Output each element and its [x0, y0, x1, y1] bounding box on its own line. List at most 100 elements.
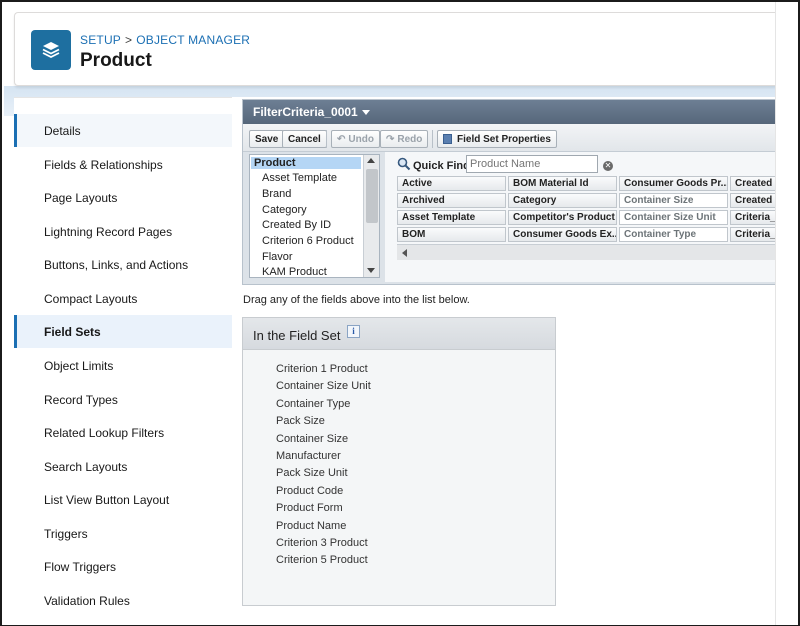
sidebar-item-label: List View Button Layout	[44, 492, 170, 507]
field-set-item[interactable]: Criterion 3 Product	[276, 537, 368, 549]
redo-button[interactable]: ↷ Redo	[380, 130, 429, 148]
editor-toolbar: Save Cancel ↶ Undo ↷ Redo Field Set Proper…	[243, 124, 777, 152]
page-header: SETUP > OBJECT MANAGER Product	[14, 12, 776, 86]
field-set-item[interactable]: Product Name	[276, 520, 346, 532]
field-set-item[interactable]: Criterion 5 Product	[276, 554, 368, 566]
field-palette-item[interactable]: Asset Template	[397, 210, 506, 225]
field-set-list-title: In the Field Set	[253, 328, 341, 343]
save-button[interactable]: Save	[249, 130, 285, 148]
field-set-item[interactable]: Criterion 1 Product	[276, 363, 368, 375]
sidebar-item-label: Object Limits	[44, 358, 114, 373]
redo-label: Redo	[397, 133, 423, 145]
sidebar-item-label: Details	[44, 123, 81, 138]
field-palette-item[interactable]: Consumer Goods Ex...	[508, 227, 617, 242]
scroll-down-icon[interactable]	[367, 268, 375, 273]
sidebar-item-field-sets[interactable]: Field Sets	[14, 315, 232, 348]
field-set-name: FilterCriteria_0001	[253, 105, 358, 119]
field-palette-item[interactable]: BOM Material Id	[508, 176, 617, 191]
info-icon[interactable]: i	[347, 325, 360, 338]
field-set-item[interactable]: Manufacturer	[276, 450, 341, 462]
sidebar-item-page-layouts[interactable]: Page Layouts	[14, 181, 232, 214]
sidebar-item-label: Validation Rules	[44, 593, 130, 608]
field-set-item[interactable]: Container Size	[276, 433, 348, 445]
field-set-item[interactable]: Container Size Unit	[276, 380, 371, 392]
sidebar-item-object-limits[interactable]: Object Limits	[14, 349, 232, 382]
scroll-up-icon[interactable]	[367, 158, 375, 163]
breadcrumb-setup-link[interactable]: SETUP	[80, 33, 121, 47]
chevron-down-icon[interactable]	[361, 110, 370, 116]
quick-find-input[interactable]	[466, 155, 598, 173]
sidebar-item-compact-layouts[interactable]: Compact Layouts	[14, 282, 232, 315]
field-palette-item[interactable]: Created By	[730, 176, 777, 191]
toolbar-divider	[326, 130, 327, 148]
sidebar-item-record-types[interactable]: Record Types	[14, 383, 232, 416]
breadcrumb: SETUP > OBJECT MANAGER	[80, 33, 250, 47]
sidebar-item-label: Search Layouts	[44, 459, 128, 474]
drag-instruction-text: Drag any of the fields above into the li…	[243, 294, 470, 306]
object-list[interactable]: Product Asset Template Brand Category Cr…	[249, 154, 380, 278]
object-list-item[interactable]: Product	[251, 157, 361, 169]
toolbar-divider	[432, 130, 433, 148]
object-list-item[interactable]: Criterion 6 Product	[262, 235, 354, 247]
sidebar-item-label: Related Lookup Filters	[44, 425, 165, 440]
field-palette-item-in-use: Container Type	[619, 227, 728, 242]
field-palette-item[interactable]: Consumer Goods Pr...	[619, 176, 728, 191]
field-palette-item[interactable]: Criteria_Te	[730, 210, 777, 225]
sidebar-item-related-lookup-filters[interactable]: Related Lookup Filters	[14, 416, 232, 449]
field-set-item[interactable]: Container Type	[276, 398, 350, 410]
scrollbar-thumb[interactable]	[366, 169, 378, 223]
sidebar-item-buttons-links-actions[interactable]: Buttons, Links, and Actions	[14, 248, 232, 281]
sidebar-item-label: Fields & Relationships	[44, 157, 163, 172]
breadcrumb-separator: >	[125, 33, 133, 47]
field-palette: Quick Find ✕ Active BOM Material Id Cons…	[385, 152, 777, 282]
object-list-scrollbar[interactable]	[363, 155, 379, 277]
object-list-item[interactable]: Flavor	[262, 251, 293, 263]
field-set-item[interactable]: Product Code	[276, 485, 343, 497]
sidebar-item-validation-rules[interactable]: Validation Rules	[14, 584, 232, 617]
field-set-item[interactable]: Pack Size Unit	[276, 467, 348, 479]
scroll-left-icon[interactable]	[402, 249, 407, 257]
sidebar-item-list-view-button-layout[interactable]: List View Button Layout	[14, 483, 232, 516]
sidebar-item-label: Record Types	[44, 392, 118, 407]
main-content: FilterCriteria_0001 Save Cancel ↶ Undo ↷ R…	[232, 97, 777, 625]
cancel-button[interactable]: Cancel	[282, 130, 327, 148]
sidebar-item-label: Field Sets	[44, 324, 101, 339]
search-icon	[397, 157, 411, 171]
field-set-properties-label: Field Set Properties	[457, 133, 551, 145]
sidebar-item-flow-triggers[interactable]: Flow Triggers	[14, 550, 232, 583]
field-palette-item[interactable]: Active	[397, 176, 506, 191]
field-palette-item-in-use: Container Size	[619, 193, 728, 208]
field-palette-item[interactable]: Created Da	[730, 193, 777, 208]
object-list-item[interactable]: Created By ID	[262, 219, 331, 231]
field-set-list-header: In the Field Set i	[243, 318, 555, 350]
sidebar-item-fields-relationships[interactable]: Fields & Relationships	[14, 148, 232, 181]
sidebar-item-label: Lightning Record Pages	[44, 224, 173, 239]
editor-title-bar[interactable]: FilterCriteria_0001	[243, 100, 777, 124]
field-palette-item[interactable]: Archived	[397, 193, 506, 208]
sidebar-item-details[interactable]: Details	[14, 114, 232, 147]
sidebar-item-label: Page Layouts	[44, 190, 118, 205]
object-list-item[interactable]: Category	[262, 204, 307, 216]
object-list-item[interactable]: KAM Product	[262, 266, 327, 277]
undo-button[interactable]: ↶ Undo	[331, 130, 380, 148]
sidebar-item-label: Flow Triggers	[44, 559, 117, 574]
field-palette-item[interactable]: Criteria_Te	[730, 227, 777, 242]
field-palette-item[interactable]: Competitor's Product	[508, 210, 617, 225]
sidebar-item-search-layouts[interactable]: Search Layouts	[14, 450, 232, 483]
clear-search-icon[interactable]: ✕	[603, 161, 613, 171]
object-list-item[interactable]: Brand	[262, 188, 291, 200]
field-set-item[interactable]: Pack Size	[276, 415, 325, 427]
page-title: Product	[80, 50, 152, 71]
sidebar-item-triggers[interactable]: Triggers	[14, 517, 232, 550]
field-palette-item[interactable]: Category	[508, 193, 617, 208]
sidebar-item-label: Compact Layouts	[44, 291, 138, 306]
field-palette-scrollbar[interactable]	[397, 244, 777, 260]
field-set-item[interactable]: Product Form	[276, 502, 343, 514]
object-list-item[interactable]: Asset Template	[262, 172, 337, 184]
breadcrumb-object-manager-link[interactable]: OBJECT MANAGER	[136, 33, 250, 47]
field-set-properties-button[interactable]: Field Set Properties	[437, 130, 557, 148]
sidebar-item-lightning-record-pages[interactable]: Lightning Record Pages	[14, 215, 232, 248]
undo-icon: ↶	[337, 133, 346, 145]
quick-find-label: Quick Find	[413, 160, 470, 172]
field-palette-item[interactable]: BOM	[397, 227, 506, 242]
